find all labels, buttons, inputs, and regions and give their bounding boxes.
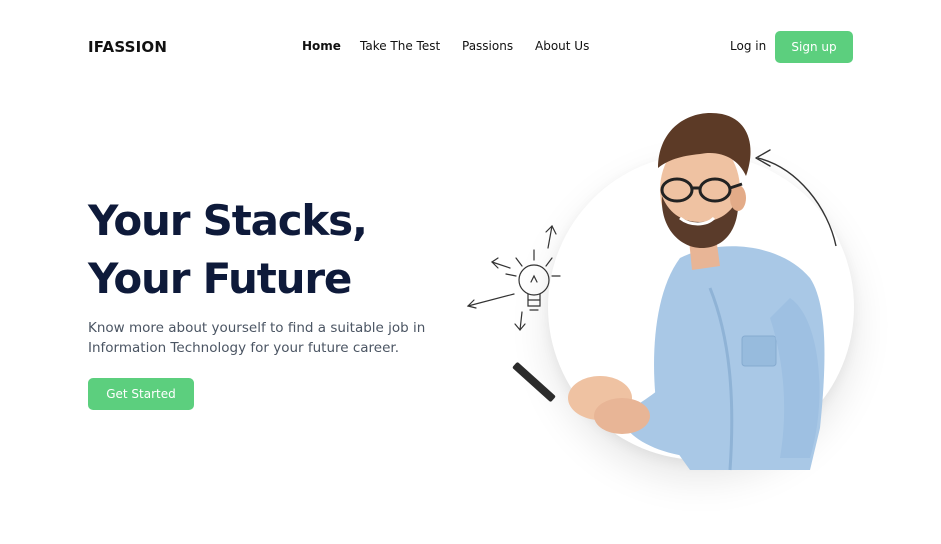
get-started-button[interactable]: Get Started <box>88 378 194 410</box>
hero-title-line-1: Your Stacks, <box>88 196 368 245</box>
hero-illustration <box>440 80 920 510</box>
nav-home[interactable]: Home <box>302 39 341 53</box>
hero-title: Your Stacks, Your Future <box>88 192 368 308</box>
person-photo <box>512 112 825 471</box>
nav-passions[interactable]: Passions <box>462 39 513 53</box>
landing-page: IFASSION Home Take The Test Passions Abo… <box>0 0 941 544</box>
brand-logo[interactable]: IFASSION <box>88 38 167 56</box>
hero-title-line-2: Your Future <box>88 254 352 303</box>
signup-button[interactable]: Sign up <box>775 31 853 63</box>
nav-take-the-test[interactable]: Take The Test <box>360 39 440 53</box>
hero-subtitle: Know more about yourself to find a suita… <box>88 320 426 356</box>
nav-about-us[interactable]: About Us <box>535 39 589 53</box>
login-link[interactable]: Log in <box>730 39 766 53</box>
